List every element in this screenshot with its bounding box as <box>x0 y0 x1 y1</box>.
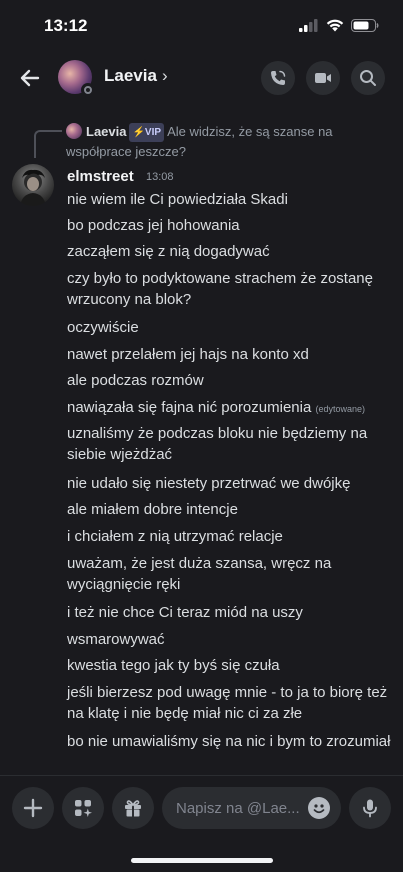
emoji-button[interactable] <box>308 797 330 819</box>
apps-sparkle-icon <box>75 800 92 817</box>
channel-header: Laevia › <box>0 52 403 104</box>
message-item[interactable]: ale podczas rozmów <box>67 370 392 391</box>
video-camera-icon <box>315 73 331 83</box>
cellular-signal-icon <box>299 19 318 32</box>
voice-message-button[interactable] <box>349 787 391 829</box>
edited-marker: (edytowane) <box>315 404 366 414</box>
message-item[interactable]: oczywiście <box>67 317 392 338</box>
message-timestamp: 13:08 <box>146 171 174 183</box>
voice-call-button[interactable] <box>261 61 295 95</box>
message-item[interactable]: jeśli bierzesz pod uwagę mnie - to ja to… <box>67 682 392 724</box>
message-item[interactable]: wsmarowywać <box>67 629 392 650</box>
reply-connector <box>34 130 62 158</box>
message-item[interactable]: bo nie umawialiśmy się na nic i bym to z… <box>67 731 392 752</box>
reply-preview[interactable]: Laevia ⚡VIP Ale widzisz, że są szanse na w… <box>66 122 396 161</box>
message-item[interactable]: bo podczas jej hohowania <box>67 215 392 236</box>
status-icons <box>299 19 379 32</box>
apps-button[interactable] <box>62 787 104 829</box>
back-arrow-icon <box>20 69 40 87</box>
message-text: nawiązała się fajna nić porozumienia <box>67 399 312 416</box>
add-attachment-button[interactable] <box>12 787 54 829</box>
message-item[interactable]: nie wiem ile Ci powiedziała Skadi <box>67 189 392 210</box>
status-time: 13:12 <box>44 16 88 35</box>
microphone-icon <box>363 799 377 818</box>
wifi-icon <box>326 19 344 32</box>
message-item[interactable]: uznaliśmy że podczas bloku nie będziemy … <box>67 423 392 465</box>
message-composer <box>0 785 403 831</box>
message-item[interactable]: ale miałem dobre intencje <box>67 499 392 520</box>
message-item[interactable]: czy było to podyktowane strachem że zost… <box>67 268 392 310</box>
message-item[interactable]: uważam, że jest duża szansa, wręcz na wy… <box>67 553 392 595</box>
emoji-icon <box>313 804 325 814</box>
channel-name[interactable]: Laevia <box>104 66 157 86</box>
home-indicator[interactable] <box>131 858 273 863</box>
message-item[interactable]: zacząłem się z nią dogadywać <box>67 241 392 262</box>
search-icon <box>360 70 376 86</box>
gift-icon <box>125 800 141 817</box>
message-item[interactable]: nawiązała się fajna nić porozumienia (ed… <box>67 397 392 420</box>
message-item[interactable]: nie udało się niestety przetrwać we dwój… <box>67 473 392 494</box>
chevron-right-icon[interactable]: › <box>162 66 168 86</box>
offline-status-indicator <box>81 83 95 97</box>
channel-avatar[interactable] <box>58 60 95 97</box>
status-bar: 13:12 <box>0 0 403 52</box>
video-call-button[interactable] <box>306 61 340 95</box>
vip-badge: ⚡VIP <box>129 123 165 142</box>
back-button[interactable] <box>16 64 44 92</box>
message-item[interactable]: nawet przelałem jej hajs na konto xd <box>67 344 392 365</box>
message-item[interactable]: kwestia tego jak ty byś się czuła <box>67 655 392 676</box>
avatar-portrait <box>20 169 46 206</box>
author-avatar[interactable] <box>12 164 54 206</box>
message-item[interactable]: i też nie chce Ci teraz miód na uszy <box>67 602 392 623</box>
message-item[interactable]: i chciałem z nią utrzymać relacje <box>67 526 392 547</box>
reply-author[interactable]: Laevia <box>86 124 126 139</box>
message-author[interactable]: elmstreet <box>67 168 134 185</box>
battery-icon <box>351 19 379 32</box>
gift-button[interactable] <box>112 787 154 829</box>
composer-divider <box>0 775 403 776</box>
search-button[interactable] <box>351 61 385 95</box>
phone-call-icon <box>271 70 286 85</box>
reply-avatar <box>66 123 82 139</box>
plus-icon <box>23 798 43 818</box>
